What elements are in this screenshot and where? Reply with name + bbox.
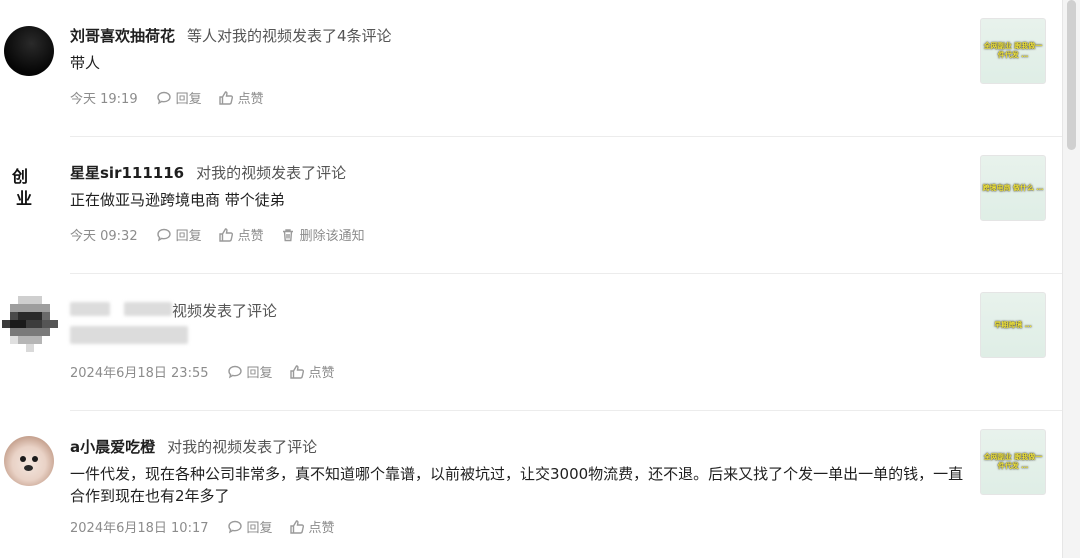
reply-label: 回复 [246,366,273,381]
reply-button[interactable]: 回复 [156,225,202,244]
notification-header: 星星sir111116 对我的视频发表了评论 [70,162,346,183]
like-label: 点赞 [308,366,335,381]
like-label: 点赞 [237,92,264,107]
comment-text [70,326,188,350]
reply-label: 回复 [175,229,202,244]
thumbnail-caption: 早期跨境 … [994,320,1032,329]
divider [70,410,1062,411]
thumbnail-caption: 跨境电商 做什么 … [982,183,1044,192]
thumbs-up-icon [289,519,304,534]
avatar[interactable] [2,296,58,352]
reply-button[interactable]: 回复 [227,517,273,536]
avatar-nose [24,465,33,471]
reply-button[interactable]: 回复 [227,362,273,381]
thumbs-up-icon [218,90,233,105]
like-label: 点赞 [237,229,264,244]
avatar[interactable] [4,26,54,76]
reply-label: 回复 [175,92,202,107]
notification-header: a小晨爱吃橙 对我的视频发表了评论 [70,436,317,457]
like-button[interactable]: 点赞 [289,517,335,536]
action-text: 对我的视频发表了评论 [167,438,318,456]
blurred-comment [70,326,188,344]
comment-icon [227,520,242,533]
like-label: 点赞 [308,521,335,536]
comment-text: 带人 [70,54,101,72]
divider [70,273,1062,274]
delete-notification-button[interactable]: 删除该通知 [280,225,365,244]
comment-meta: 2024年6月18日 23:55 回复 点赞 [70,362,351,381]
comment-text: 正在做亚马逊跨境电商 带个徒弟 [70,191,285,209]
notification-feed: 刘哥喜欢抽荷花 等人对我的视频发表了4条评论 带人 今天 19:19 回复 点赞… [0,0,1062,558]
like-button[interactable]: 点赞 [218,225,264,244]
avatar-eye [20,456,26,462]
video-thumbnail[interactable]: 全网副业 跟我做一件代发 … [980,429,1046,495]
timestamp: 今天 09:32 [70,229,138,244]
thumbs-up-icon [218,227,233,242]
comment-meta: 2024年6月18日 10:17 回复 点赞 [70,517,351,536]
avatar-character: 创 [12,167,29,186]
like-button[interactable]: 点赞 [289,362,335,381]
avatar[interactable]: 创 业 [6,163,56,213]
username[interactable]: a小晨爱吃橙 [70,436,155,457]
comment-icon [156,228,171,241]
comment-text: 一件代发，现在各种公司非常多，真不知道哪个靠谱，以前被坑过，让交3000物流费，… [70,465,964,505]
blurred-text [124,302,172,316]
comment-meta: 今天 09:32 回复 点赞 删除该通知 [70,225,381,244]
comment-icon [156,91,171,104]
comment-meta: 今天 19:19 回复 点赞 [70,88,280,107]
reply-label: 回复 [246,521,273,536]
blurred-username [70,302,110,316]
timestamp: 今天 19:19 [70,92,138,107]
timestamp: 2024年6月18日 23:55 [70,366,209,381]
divider [70,136,1062,137]
action-text: 对我的视频发表了评论 [196,164,347,182]
notification-header: 刘哥喜欢抽荷花 等人对我的视频发表了4条评论 [70,25,392,46]
like-button[interactable]: 点赞 [218,88,264,107]
comment-icon [227,365,242,378]
avatar-character: 业 [16,189,33,208]
action-text: 等人对我的视频发表了4条评论 [187,27,392,45]
thumbnail-caption: 全网副业 跟我做一件代发 … [983,42,1043,59]
timestamp: 2024年6月18日 10:17 [70,521,209,536]
notification-header: 视频发表了评论 [70,300,277,321]
vertical-scrollbar[interactable] [1062,0,1080,558]
scrollbar-thumb[interactable] [1067,0,1076,150]
thumbs-up-icon [289,364,304,379]
delete-label: 删除该通知 [299,229,365,244]
avatar-eye [32,456,38,462]
video-thumbnail[interactable]: 早期跨境 … [980,292,1046,358]
action-text: 视频发表了评论 [172,302,278,320]
trash-icon [282,228,293,241]
username[interactable]: 星星sir111116 [70,162,184,183]
avatar[interactable] [4,436,54,486]
reply-button[interactable]: 回复 [156,88,202,107]
username[interactable]: 刘哥喜欢抽荷花 [70,25,175,46]
video-thumbnail[interactable]: 全网副业 跟我做一件代发 … [980,18,1046,84]
thumbnail-caption: 全网副业 跟我做一件代发 … [983,453,1043,470]
video-thumbnail[interactable]: 跨境电商 做什么 … [980,155,1046,221]
pixelated-avatar-image [2,296,58,352]
